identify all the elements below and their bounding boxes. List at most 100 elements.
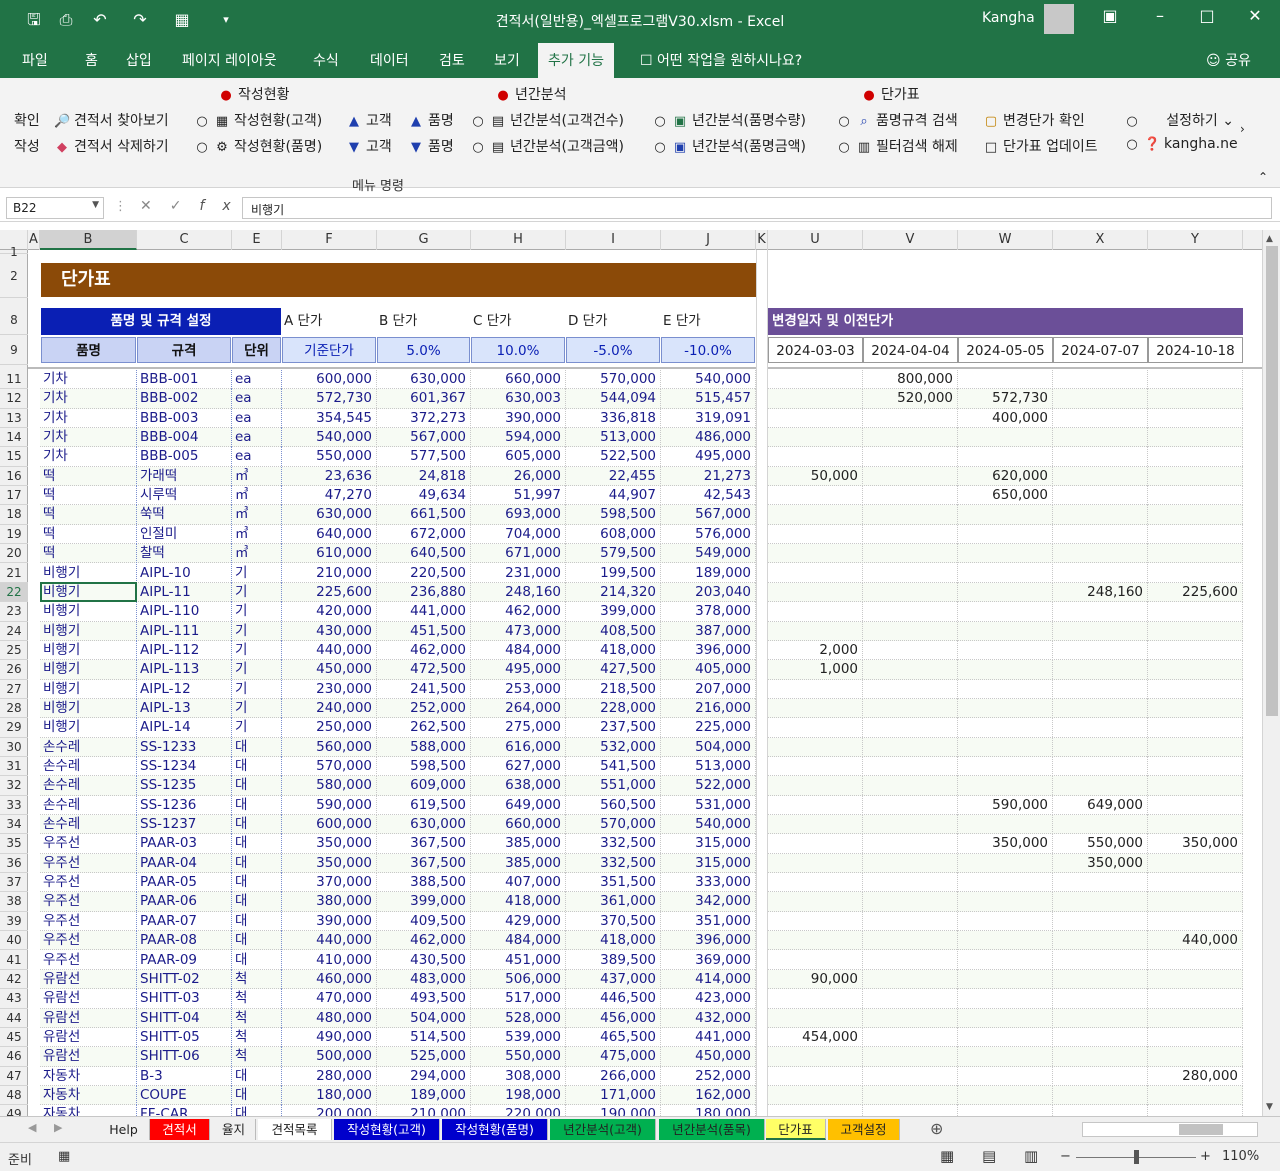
cell-c48[interactable]: COUPE [137,1085,232,1105]
cell-g44[interactable]: 504,000 [377,1008,471,1028]
cell-h41[interactable]: 451,000 [471,950,566,970]
cell-b31[interactable]: 손수레 [40,757,137,776]
cell-u44[interactable] [768,1008,863,1028]
cell-u41[interactable] [768,950,863,970]
ribbon-btn-help-link[interactable]: ○ ❓ kangha.ne [1124,136,1237,152]
cell-u43[interactable] [768,989,863,1009]
cell-e25[interactable]: 기 [232,640,282,660]
cell-i41[interactable]: 389,500 [566,950,661,970]
cell-w30[interactable] [958,737,1053,757]
column-header-j[interactable]: J [661,230,756,250]
column-header-k[interactable]: K [756,230,768,250]
cell-v25[interactable] [863,640,958,660]
cell-c13[interactable]: BBB-003 [137,408,232,428]
cell-y43[interactable] [1148,989,1243,1009]
cell-c47[interactable]: B-3 [137,1066,232,1086]
cell-j27[interactable]: 207,000 [661,679,756,699]
column-header-h[interactable]: H [471,230,566,250]
tab-view[interactable]: 보기 [494,50,520,70]
cell-i17[interactable]: 44,907 [566,486,661,506]
cell-j41[interactable]: 369,000 [661,950,756,970]
cell-c49[interactable]: FF-CAR [137,1105,232,1116]
cell-g27[interactable]: 241,500 [377,679,471,699]
cell-w34[interactable] [958,815,1053,835]
cell-b38[interactable]: 우주선 [40,892,137,912]
cell-h46[interactable]: 550,000 [471,1047,566,1067]
row-header-19[interactable]: 19 [0,525,28,545]
cell-f16[interactable]: 23,636 [282,466,377,486]
cell-y30[interactable] [1148,737,1243,757]
cell-c26[interactable]: AIPL-113 [137,660,232,680]
ribbon-btn-item-desc[interactable]: ▼ 품명 [408,136,454,156]
cell-x15[interactable] [1053,447,1148,467]
cell-x12[interactable] [1053,389,1148,409]
cell-i48[interactable]: 171,000 [566,1085,661,1105]
cell-h35[interactable]: 385,000 [471,834,566,854]
cell-j34[interactable]: 540,000 [661,815,756,835]
cell-u45[interactable]: 454,000 [768,1027,863,1047]
cell-i24[interactable]: 408,500 [566,621,661,641]
ribbon-btn-filter-clear[interactable]: ○ ▥ 필터검색 해제 [836,136,957,156]
cell-i42[interactable]: 437,000 [566,969,661,989]
cell-v21[interactable] [863,563,958,583]
ribbon-btn-customer-desc[interactable]: ▼ 고객 [346,136,392,156]
cell-h37[interactable]: 407,000 [471,873,566,893]
cell-e33[interactable]: 대 [232,795,282,815]
cell-x33[interactable]: 649,000 [1053,795,1148,815]
cell-f21[interactable]: 210,000 [282,563,377,583]
row-header-30[interactable]: 30 [0,738,28,757]
row-header-13[interactable]: 13 [0,409,28,429]
cell-v49[interactable] [863,1105,958,1116]
cell-w36[interactable] [958,853,1053,873]
cell-x17[interactable] [1053,486,1148,506]
cell-u48[interactable] [768,1085,863,1105]
cell-j33[interactable]: 531,000 [661,795,756,815]
cell-b46[interactable]: 유람선 [40,1047,137,1067]
cell-e20[interactable]: ㎥ [232,544,282,564]
cell-f23[interactable]: 420,000 [282,602,377,622]
cell-f36[interactable]: 350,000 [282,853,377,873]
cell-b39[interactable]: 우주선 [40,911,137,931]
cell-u20[interactable] [768,544,863,564]
cell-g28[interactable]: 252,000 [377,698,471,718]
cell-c39[interactable]: PAAR-07 [137,911,232,931]
cell-u42[interactable]: 90,000 [768,969,863,989]
cell-w14[interactable] [958,428,1053,448]
cell-x19[interactable] [1053,524,1148,544]
cell-e17[interactable]: ㎥ [232,486,282,506]
cell-x45[interactable] [1053,1027,1148,1047]
cell-c45[interactable]: SHITT-05 [137,1027,232,1047]
cell-u49[interactable] [768,1105,863,1116]
cell-f12[interactable]: 572,730 [282,389,377,409]
cell-b29[interactable]: 비행기 [40,718,137,738]
cell-x34[interactable] [1053,815,1148,835]
cell-x18[interactable] [1053,505,1148,525]
cell-w37[interactable] [958,873,1053,893]
cell-h11[interactable]: 660,000 [471,370,566,389]
cell-j19[interactable]: 576,000 [661,524,756,544]
cell-w21[interactable] [958,563,1053,583]
cell-v37[interactable] [863,873,958,893]
cell-i38[interactable]: 361,000 [566,892,661,912]
cell-e41[interactable]: 대 [232,950,282,970]
cell-j12[interactable]: 515,457 [661,389,756,409]
cell-w13[interactable]: 400,000 [958,408,1053,428]
column-header-c[interactable]: C [137,230,232,250]
tab-home[interactable]: 홈 [85,50,98,70]
cell-c27[interactable]: AIPL-12 [137,679,232,699]
cell-h18[interactable]: 693,000 [471,505,566,525]
cell-j40[interactable]: 396,000 [661,931,756,951]
cell-h49[interactable]: 220,000 [471,1105,566,1116]
cell-y19[interactable] [1148,524,1243,544]
cell-v26[interactable] [863,660,958,680]
row-header-24[interactable]: 24 [0,622,28,641]
maximize-icon[interactable]: □ [1192,6,1222,25]
cell-w16[interactable]: 620,000 [958,466,1053,486]
cell-j22[interactable]: 203,040 [661,582,756,602]
cell-g16[interactable]: 24,818 [377,466,471,486]
ribbon-btn-delete-quote[interactable]: ◆ 견적서 삭제하기 [54,136,169,156]
cell-j47[interactable]: 252,000 [661,1066,756,1086]
cell-f35[interactable]: 350,000 [282,834,377,854]
cell-b13[interactable]: 기차 [40,408,137,428]
enter-icon[interactable]: ✓ [170,198,200,214]
